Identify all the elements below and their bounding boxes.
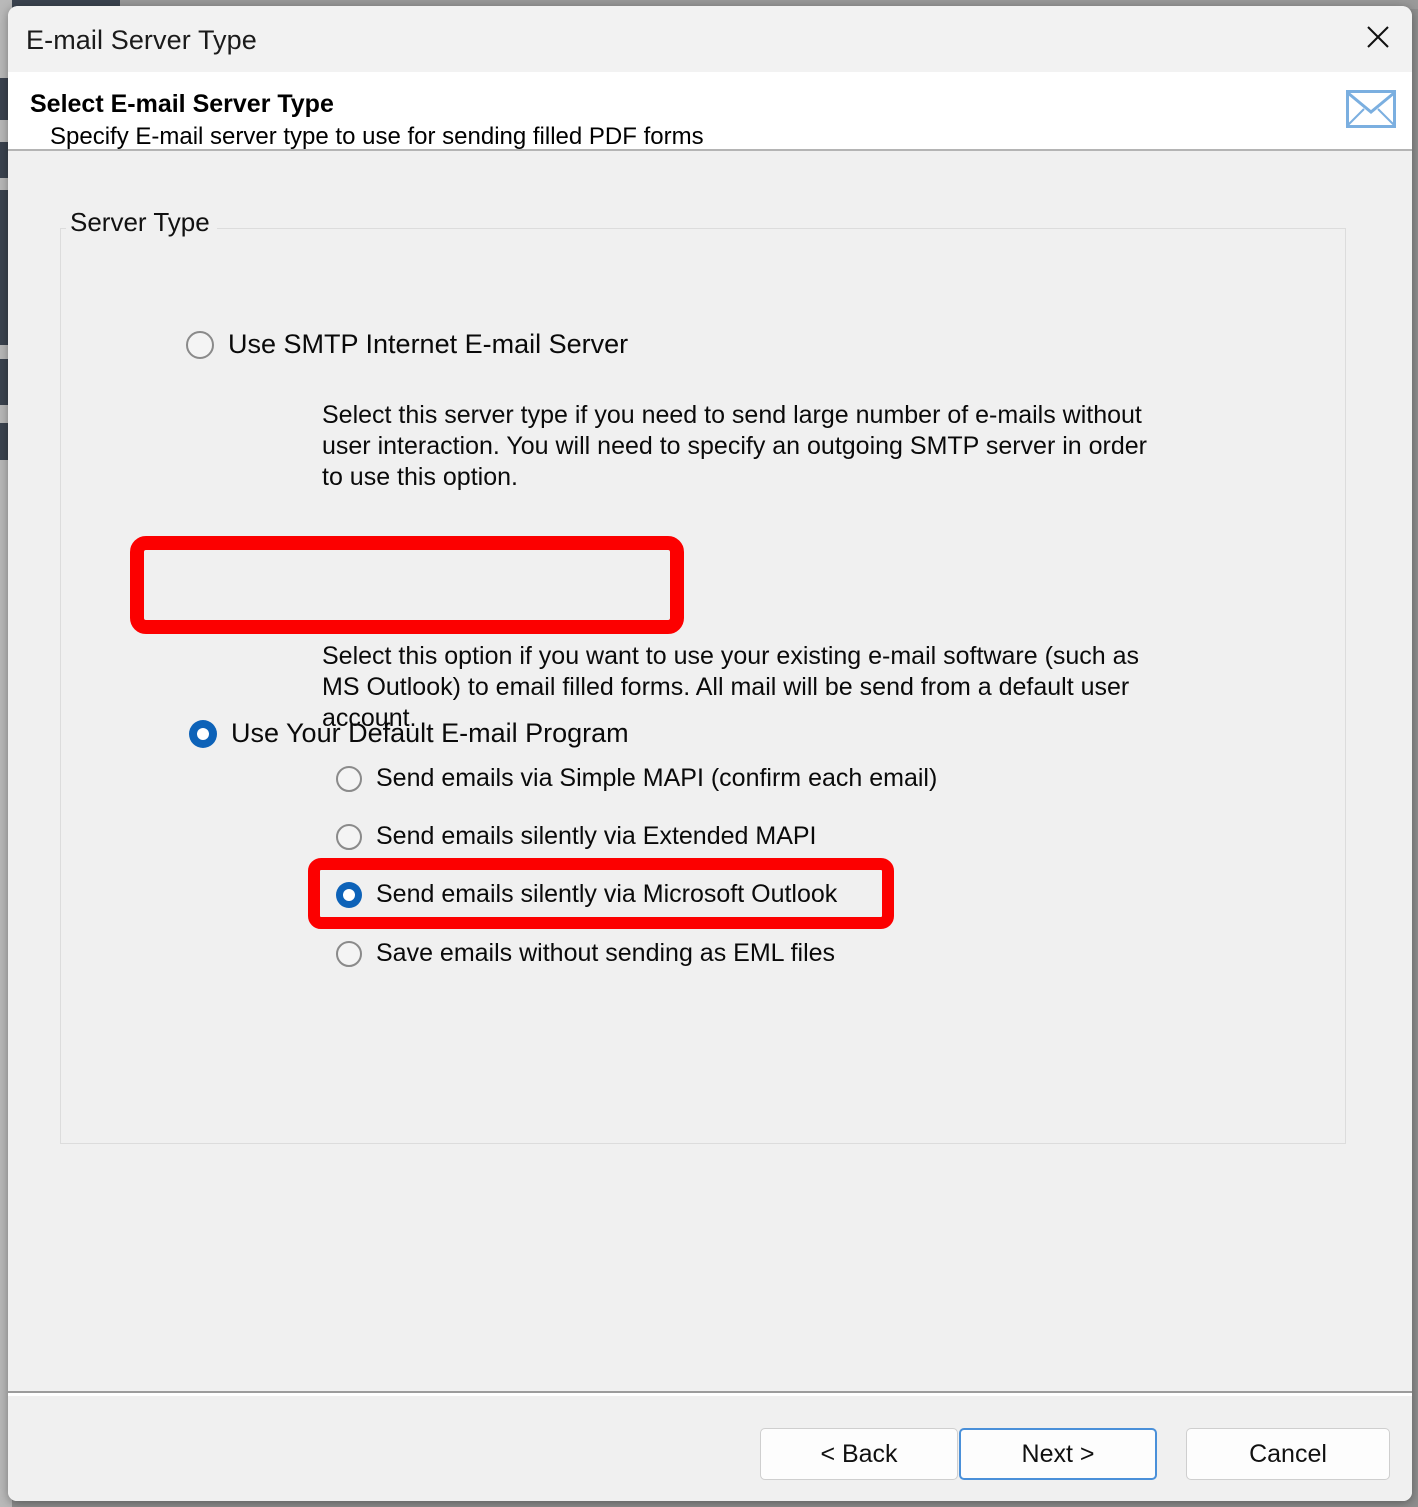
close-icon xyxy=(1367,26,1389,48)
server-type-legend: Server Type xyxy=(66,207,217,238)
default-program-description: Select this option if you want to use yo… xyxy=(322,642,1140,732)
radio-microsoft-outlook[interactable]: Send emails silently via Microsoft Outlo… xyxy=(336,880,837,909)
radio-indicator-simple-mapi xyxy=(336,765,362,792)
window-title: E-mail Server Type xyxy=(26,25,257,55)
wizard-header: Select E-mail Server Type Specify E-mail… xyxy=(8,72,1412,150)
radio-label-smtp: Use SMTP Internet E-mail Server xyxy=(228,329,629,359)
page-subtitle: Specify E-mail server type to use for se… xyxy=(50,123,704,150)
radio-indicator-extended-mapi xyxy=(336,823,362,850)
radio-indicator-default-program xyxy=(189,719,217,748)
email-server-type-dialog: E-mail Server Type Select E-mail Server … xyxy=(8,6,1412,1501)
page-title: Select E-mail Server Type xyxy=(30,90,334,118)
radio-label-extended-mapi: Send emails silently via Extended MAPI xyxy=(376,822,817,850)
title-bar: E-mail Server Type xyxy=(8,6,1412,72)
envelope-icon xyxy=(1346,90,1396,128)
close-button[interactable] xyxy=(1344,6,1412,68)
radio-label-microsoft-outlook: Send emails silently via Microsoft Outlo… xyxy=(376,880,838,908)
smtp-description: Select this server type if you need to s… xyxy=(322,401,1147,491)
radio-label-simple-mapi: Send emails via Simple MAPI (confirm eac… xyxy=(376,764,938,792)
radio-save-eml[interactable]: Save emails without sending as EML files xyxy=(336,939,835,968)
cancel-button[interactable]: Cancel xyxy=(1186,1428,1390,1480)
radio-indicator-smtp xyxy=(186,330,214,359)
dialog-footer: < Back Next > Cancel xyxy=(8,1396,1412,1501)
back-button[interactable]: < Back xyxy=(760,1428,958,1480)
next-button[interactable]: Next > xyxy=(959,1428,1157,1480)
radio-use-smtp-server[interactable]: Use SMTP Internet E-mail Server xyxy=(186,329,628,360)
dialog-body: Server Type Use SMTP Internet E-mail Ser… xyxy=(8,151,1412,1391)
radio-label-save-eml: Save emails without sending as EML files xyxy=(376,939,836,967)
radio-extended-mapi[interactable]: Send emails silently via Extended MAPI xyxy=(336,822,817,851)
radio-indicator-save-eml xyxy=(336,940,362,967)
radio-simple-mapi[interactable]: Send emails via Simple MAPI (confirm eac… xyxy=(336,764,937,793)
radio-indicator-microsoft-outlook xyxy=(336,881,362,908)
